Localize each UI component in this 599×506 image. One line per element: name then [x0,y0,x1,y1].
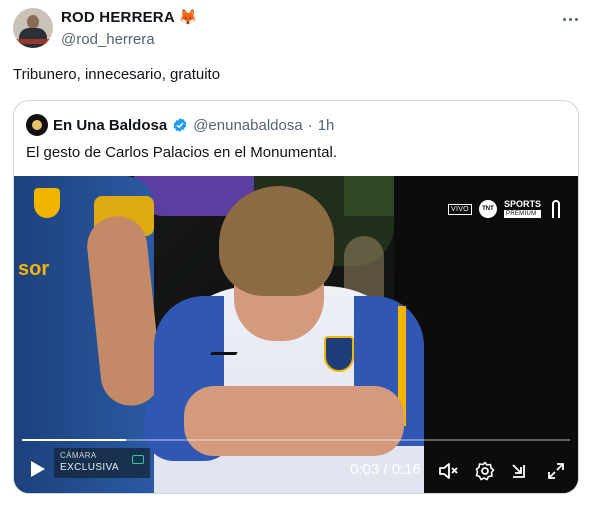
watermark-premium: PREMIUM [503,210,541,218]
watermark-vivo: VIVO [448,203,472,215]
popout-icon[interactable] [510,461,530,481]
author-name-row: ROD HERRERA 🦊 [61,9,198,26]
video-crossed-arms [184,386,404,456]
video-time-display: 0:03 / 0:16 [350,461,421,478]
jersey-crest [324,336,354,372]
quoted-tweet[interactable]: En Una Baldosa @enunabaldosa · 1h El ges… [13,100,579,494]
badge-line2: EXCLUSIVA [60,462,119,473]
video-progress-fill [22,439,127,441]
verified-badge-icon [173,118,187,132]
quoted-tweet-text: El gesto de Carlos Palacios en el Monume… [26,144,338,161]
fox-emoji: 🦊 [178,9,198,26]
video-progress-bar[interactable] [22,439,570,441]
quoted-timestamp[interactable]: 1h [318,117,335,134]
camera-icon [132,455,144,464]
avatar-strip [13,39,53,44]
avatar-head [27,15,39,29]
settings-icon[interactable] [475,461,495,481]
quoted-author-handle[interactable]: @enunabaldosa [193,117,302,134]
mourning-ribbon-icon [551,200,560,218]
video-player-hair [219,186,334,296]
quoted-tweet-header: En Una Baldosa @enunabaldosa · 1h [26,114,334,136]
tweet: ROD HERRERA 🦊 @rod_herrera Tribunero, in… [0,0,599,506]
watermark-sports-stack: SPORTS PREMIUM [503,199,541,218]
broadcast-watermark: VIVO TNT SPORTS PREMIUM [448,200,560,218]
video-player[interactable]: sor VIVO TNT SPORTS PREMIUM CÁMARA EXCLU… [14,176,578,493]
camara-exclusiva-badge: CÁMARA EXCLUSIVA [54,448,150,478]
author-display-name[interactable]: ROD HERRERA [61,9,175,26]
more-dot [562,17,566,21]
quoted-author-avatar[interactable] [26,114,48,136]
more-icon[interactable] [559,10,581,28]
tweet-text: Tribunero, innecesario, gratuito [13,66,221,83]
author-handle[interactable]: @rod_herrera [61,31,155,48]
separator-dot: · [307,116,313,134]
watermark-sports: SPORTS [503,199,541,209]
left-player-crest [34,188,60,218]
avatar-body [19,28,47,48]
more-dot [568,17,572,21]
mute-icon[interactable] [438,461,458,481]
more-dot [574,17,578,21]
quoted-author-name[interactable]: En Una Baldosa [53,117,167,134]
author-avatar[interactable] [13,8,53,48]
watermark-tnt-logo: TNT [478,200,497,218]
fullscreen-icon[interactable] [546,461,566,481]
play-icon[interactable] [30,460,46,478]
left-player-sponsor-text: sor [18,258,50,280]
